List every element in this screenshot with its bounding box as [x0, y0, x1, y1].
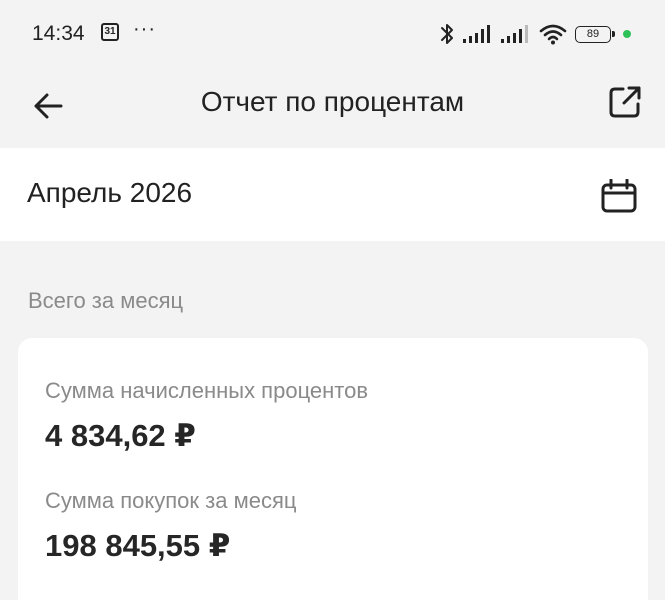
- status-icons: 89: [439, 20, 631, 48]
- calendar-notification-icon: 31: [101, 23, 119, 41]
- summary-card: Сумма начисленных процентов 4 834,62 ₽ С…: [18, 338, 648, 600]
- calendar-icon[interactable]: [599, 176, 639, 216]
- battery-icon: 89: [575, 25, 615, 43]
- signal-icon: [501, 24, 531, 44]
- accrued-interest-label: Сумма начисленных процентов: [45, 378, 369, 403]
- dot-indicator: [623, 30, 631, 38]
- bluetooth-icon: [439, 22, 455, 46]
- purchases-total-value: 198 845,55 ₽: [45, 528, 231, 563]
- month-label: Апрель 2026: [27, 177, 193, 208]
- app-bar: Отчет по процентам: [0, 68, 665, 146]
- screen: 14:34 31 ··· 89 Отчет по процентам Апрел…: [0, 0, 665, 600]
- section-title: Всего за месяц: [28, 288, 184, 313]
- page-title: Отчет по процентам: [200, 86, 465, 117]
- month-selector[interactable]: Апрель 2026: [0, 148, 665, 241]
- share-button[interactable]: [599, 78, 651, 130]
- more-notifications-icon: ···: [133, 18, 156, 40]
- accrued-interest-value: 4 834,62 ₽: [45, 418, 196, 453]
- wifi-icon: [539, 23, 567, 45]
- external-link-icon: [607, 84, 643, 125]
- purchases-total-label: Сумма покупок за месяц: [45, 488, 297, 513]
- status-bar: 14:34 31 ··· 89: [0, 0, 665, 68]
- signal-icon: [463, 24, 493, 44]
- status-time: 14:34: [32, 22, 85, 45]
